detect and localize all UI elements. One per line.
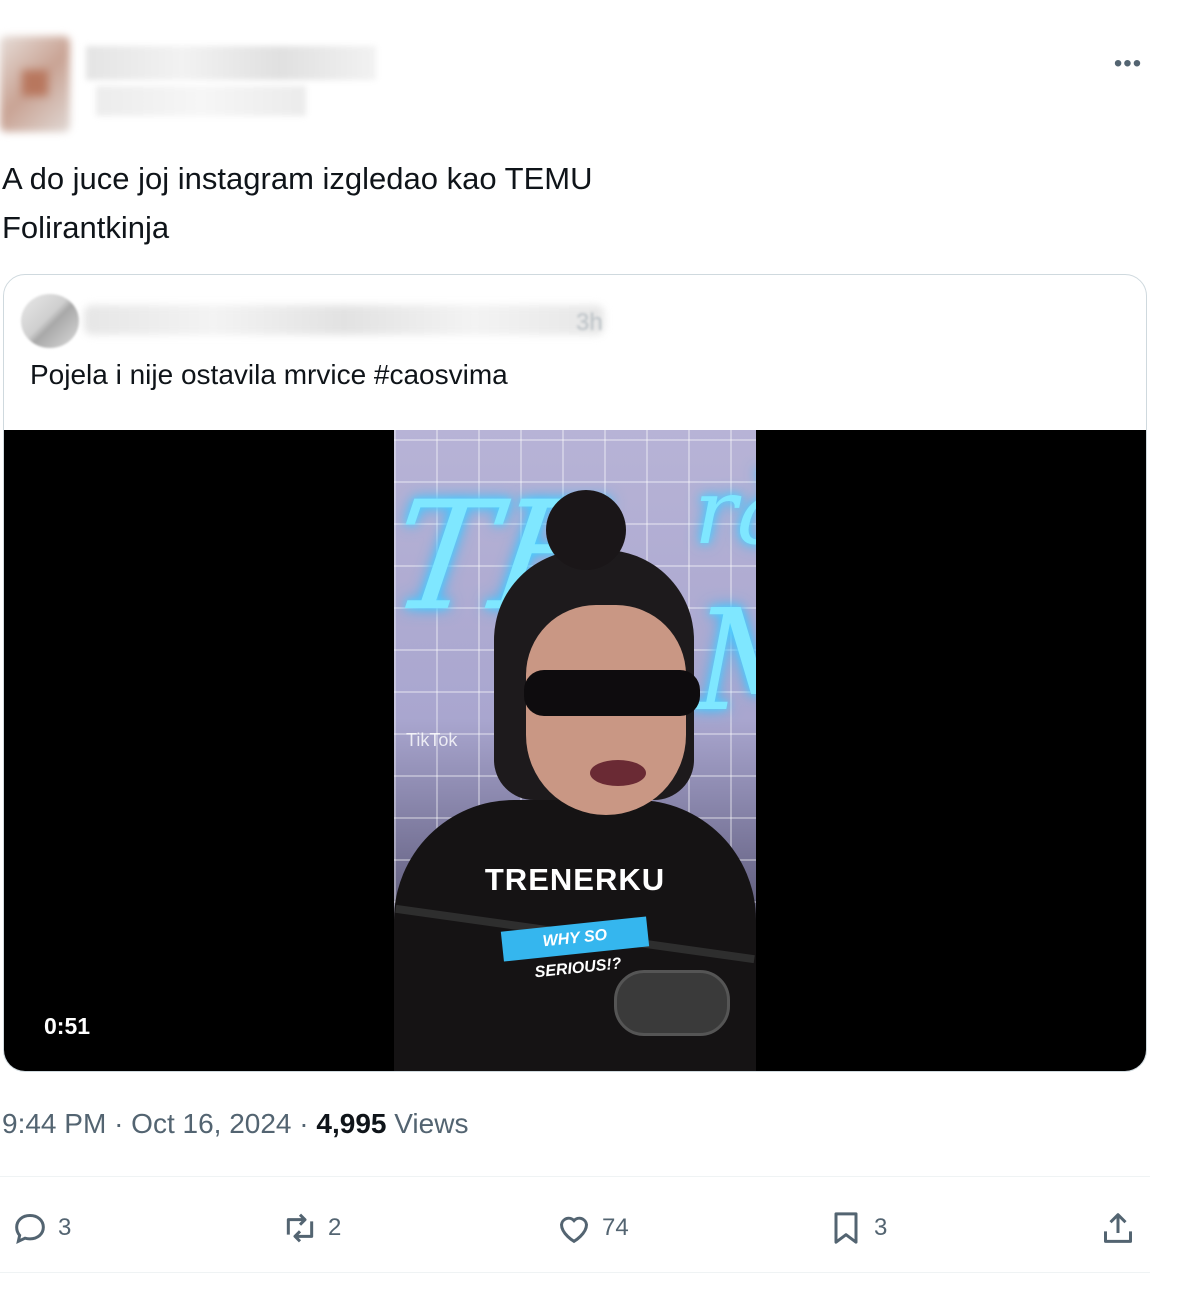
- tweet-text: A do juce joj instagram izgledao kao TEM…: [2, 161, 593, 245]
- video-thumbnail: TF rà M TikTok TRENERKU WHY SO SERIOUS!?: [394, 430, 756, 1071]
- retweet-count: 2: [328, 1214, 342, 1241]
- more-options-icon[interactable]: •••: [1110, 52, 1146, 76]
- meta-separator: ·: [114, 1108, 124, 1139]
- person-hair-bun: [546, 490, 626, 570]
- heart-icon: [559, 1216, 589, 1244]
- person-lips: [590, 760, 646, 786]
- meta-separator: ·: [299, 1108, 309, 1139]
- neon-sign-decoration: M: [694, 580, 756, 743]
- sunglasses: [524, 670, 700, 716]
- neon-sign-decoration: rà: [694, 460, 756, 565]
- retweet-button[interactable]: 2: [280, 1200, 341, 1256]
- views-label: Views: [394, 1108, 469, 1139]
- share-button[interactable]: [1098, 1200, 1138, 1256]
- video-player[interactable]: TF rà M TikTok TRENERKU WHY SO SERIOUS!?…: [4, 430, 1146, 1071]
- quoted-tweet-time: 3h: [576, 309, 603, 336]
- microphone: [614, 970, 730, 1036]
- bookmark-button[interactable]: 3: [826, 1200, 887, 1256]
- quoted-tweet-card[interactable]: 3h Pojela i nije ostavila mrvice #caosvi…: [3, 274, 1147, 1072]
- reply-count: 3: [58, 1214, 72, 1241]
- reply-icon: [15, 1213, 45, 1245]
- author-avatar[interactable]: [0, 36, 70, 132]
- tweet-date[interactable]: Oct 16, 2024: [131, 1108, 291, 1139]
- views-count: 4,995: [316, 1108, 387, 1139]
- author-handle-redacted: [96, 86, 306, 116]
- bookmark-count: 3: [874, 1214, 888, 1241]
- quoted-tweet-text: Pojela i nije ostavila mrvice #caosvima: [30, 359, 508, 390]
- author-name-redacted[interactable]: [86, 46, 376, 80]
- like-button[interactable]: 74: [554, 1200, 629, 1256]
- retweet-icon: [286, 1213, 314, 1243]
- tweet-meta: 9:44 PM · Oct 16, 2024 · 4,995 Views: [2, 1108, 468, 1140]
- like-count: 74: [602, 1214, 629, 1241]
- quoted-author-name-redacted[interactable]: [84, 305, 604, 335]
- bookmark-icon: [834, 1212, 858, 1244]
- video-caption: TRENERKU: [484, 862, 666, 897]
- reply-button[interactable]: 3: [10, 1200, 71, 1256]
- share-icon: [1104, 1213, 1132, 1243]
- divider: [0, 1176, 1150, 1177]
- divider: [0, 1272, 1150, 1273]
- tiktok-watermark-icon: TikTok: [406, 730, 458, 750]
- quoted-author-avatar[interactable]: [21, 294, 79, 348]
- tweet-time[interactable]: 9:44 PM: [2, 1108, 106, 1139]
- video-duration: 0:51: [44, 1013, 91, 1039]
